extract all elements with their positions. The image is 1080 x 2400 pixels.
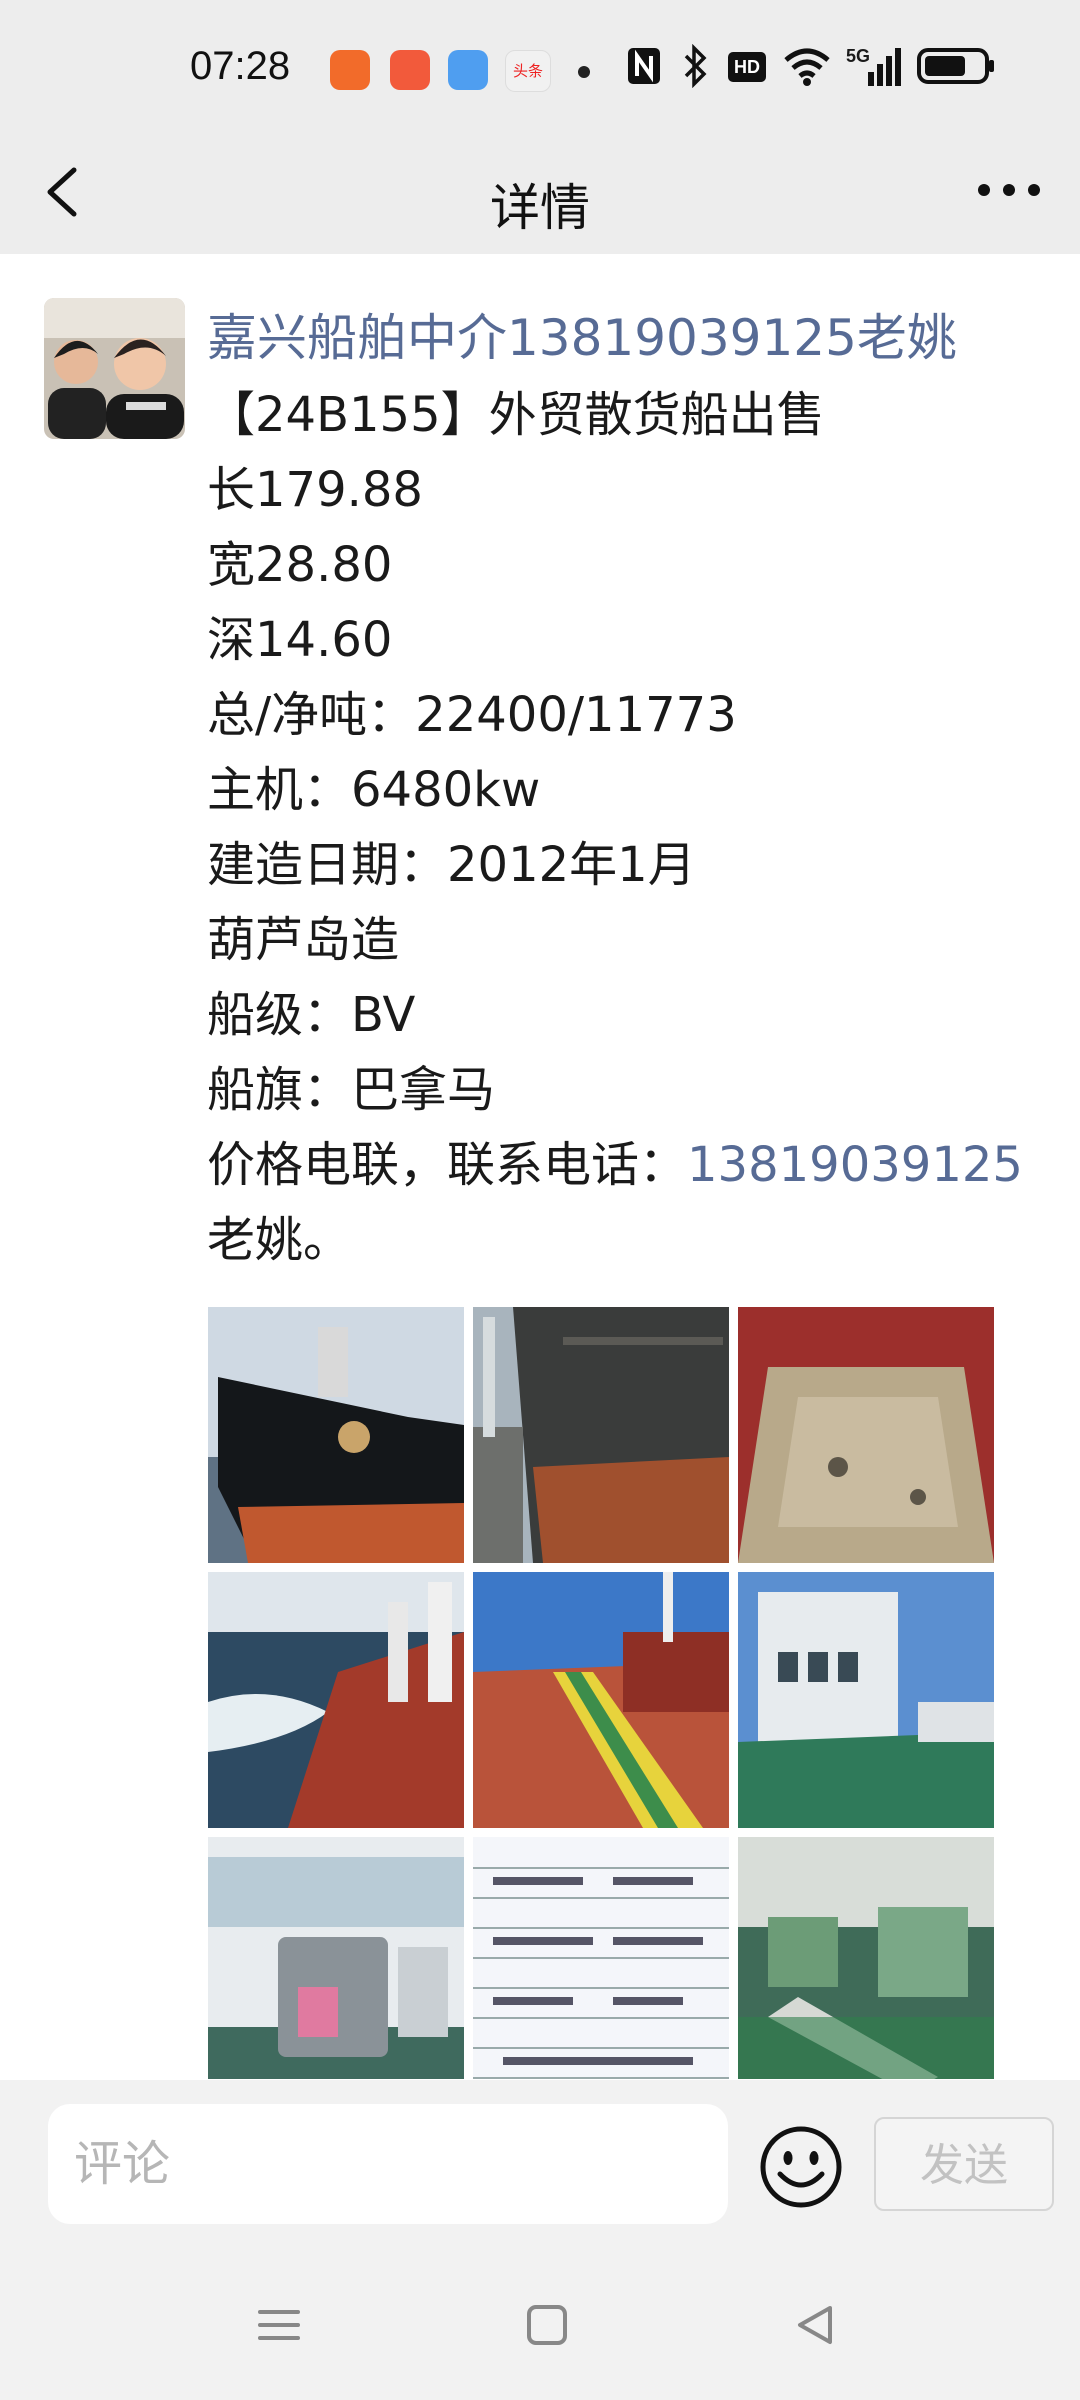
system-nav-bar — [0, 2230, 1080, 2400]
status-bar: 07:28 头条 HD 5G — [0, 0, 1080, 140]
signal-5g-icon — [868, 48, 901, 86]
ship-at-sea-photo[interactable] — [208, 1572, 464, 1828]
news-app-icon: 头条 — [505, 50, 551, 92]
home-square-icon[interactable] — [522, 2300, 572, 2350]
post-title-line: 【24B155】外贸散货船出售 — [207, 387, 825, 443]
engine-room-photo[interactable] — [738, 1837, 994, 2079]
post-flag-line: 船旗：巴拿马 — [207, 1062, 496, 1118]
dot-icon — [578, 66, 590, 78]
more-dots-icon[interactable] — [974, 160, 1044, 220]
bluetooth-icon — [684, 44, 707, 88]
post-engine-line: 主机：6480kw — [207, 762, 541, 818]
app-icon-orange — [330, 50, 370, 90]
ship-hull-side-photo[interactable] — [473, 1307, 729, 1563]
status-time: 07:28 — [190, 44, 291, 88]
ship-particulars-sheet-photo[interactable] — [473, 1837, 729, 2079]
contact-prefix: 价格电联，联系电话： — [207, 1137, 688, 1193]
post-build-date-line: 建造日期：2012年1月 — [207, 837, 696, 893]
deck-walkway-photo[interactable] — [473, 1572, 729, 1828]
photo-grid — [208, 1307, 994, 2079]
nav-bar: 详情 — [0, 140, 1080, 254]
superstructure-deck-photo[interactable] — [738, 1572, 994, 1828]
post-tonnage-line: 总/净吨：22400/11773 — [207, 687, 737, 743]
post-author[interactable]: 嘉兴船舶中介13819039125老姚 — [207, 298, 957, 370]
weather-icon — [448, 50, 488, 90]
comment-bar: 评论 发送 — [0, 2080, 1080, 2230]
bridge-interior-photo[interactable] — [208, 1837, 464, 2079]
post-contact-suffix: 老姚。 — [207, 1212, 352, 1268]
menu-icon[interactable] — [254, 2300, 304, 2350]
post-contact-line: 价格电联，联系电话：13819039125 — [207, 1128, 1047, 1203]
post-depth-line: 深14.60 — [207, 612, 393, 668]
comment-input[interactable]: 评论 — [48, 2104, 728, 2224]
app-icon-red — [390, 50, 430, 90]
avatar[interactable] — [44, 298, 185, 439]
wifi-icon — [784, 48, 830, 86]
post-width-line: 宽28.80 — [207, 537, 393, 593]
post-length-line: 长179.88 — [207, 462, 423, 518]
emoji-smile-icon[interactable] — [758, 2124, 844, 2210]
battery-icon — [917, 48, 994, 84]
send-button[interactable]: 发送 — [874, 2117, 1054, 2211]
ship-bow-photo[interactable] — [208, 1307, 464, 1563]
hd-icon: HD — [728, 52, 766, 82]
nfc-icon — [628, 48, 660, 84]
post-shipyard-line: 葫芦岛造 — [207, 912, 400, 968]
phone-link[interactable]: 13819039125 — [687, 1137, 1023, 1193]
post-body: 【24B155】外贸散货船出售 长179.88 宽28.80 深14.60 总/… — [207, 378, 1047, 1278]
post-class-line: 船级：BV — [207, 987, 416, 1043]
back-triangle-icon[interactable] — [790, 2300, 840, 2350]
page-title: 详情 — [490, 179, 590, 237]
cargo-hold-photo[interactable] — [738, 1307, 994, 1563]
